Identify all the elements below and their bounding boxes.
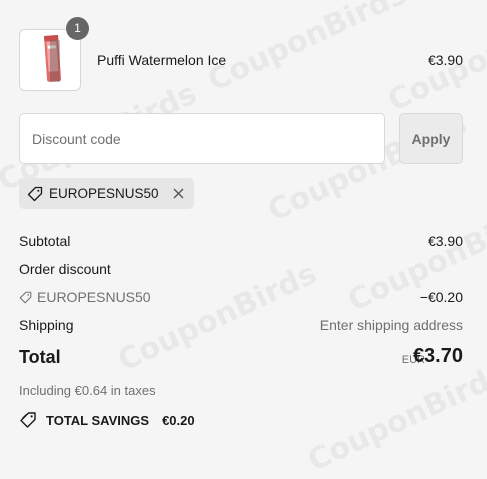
savings-label: TOTAL SAVINGS [46, 412, 150, 428]
subtotal-label: Subtotal [19, 233, 71, 249]
quantity-badge: 1 [66, 17, 89, 40]
savings-tag-icon [19, 411, 37, 429]
watermark: CouponBirds [342, 196, 487, 319]
tag-icon [19, 291, 32, 304]
taxes-note: Including €0.64 in taxes [19, 383, 156, 398]
close-icon[interactable] [170, 186, 186, 202]
savings-value: €0.20 [162, 412, 195, 428]
shipping-value: Enter shipping address [319, 317, 463, 333]
watermark: CouponBirds [202, 0, 413, 99]
order-discount-value: −€0.20 [419, 289, 463, 305]
applied-discount-chip: EUROPESNUS50 [19, 178, 194, 209]
total-label: Total [19, 347, 61, 367]
order-discount-code-text: EUROPESNUS50 [37, 289, 151, 305]
total-value: €3.70 [412, 345, 463, 367]
product-price: €3.90 [427, 52, 463, 68]
total-savings: TOTAL SAVINGS €0.20 [19, 411, 195, 429]
order-discount-label: Order discount [19, 261, 111, 277]
tag-icon [27, 186, 43, 202]
product-image [44, 35, 62, 82]
product-name: Puffi Watermelon Ice [97, 52, 227, 68]
subtotal-value: €3.90 [427, 233, 463, 249]
watermark: CouponBirds [112, 256, 323, 379]
discount-code-input[interactable] [19, 113, 385, 164]
shipping-label: Shipping [19, 317, 74, 333]
applied-discount-code: EUROPESNUS50 [49, 186, 159, 201]
order-discount-code: EUROPESNUS50 [19, 289, 151, 305]
apply-button[interactable]: Apply [399, 113, 463, 164]
watermark: CouponBirds [302, 356, 487, 479]
